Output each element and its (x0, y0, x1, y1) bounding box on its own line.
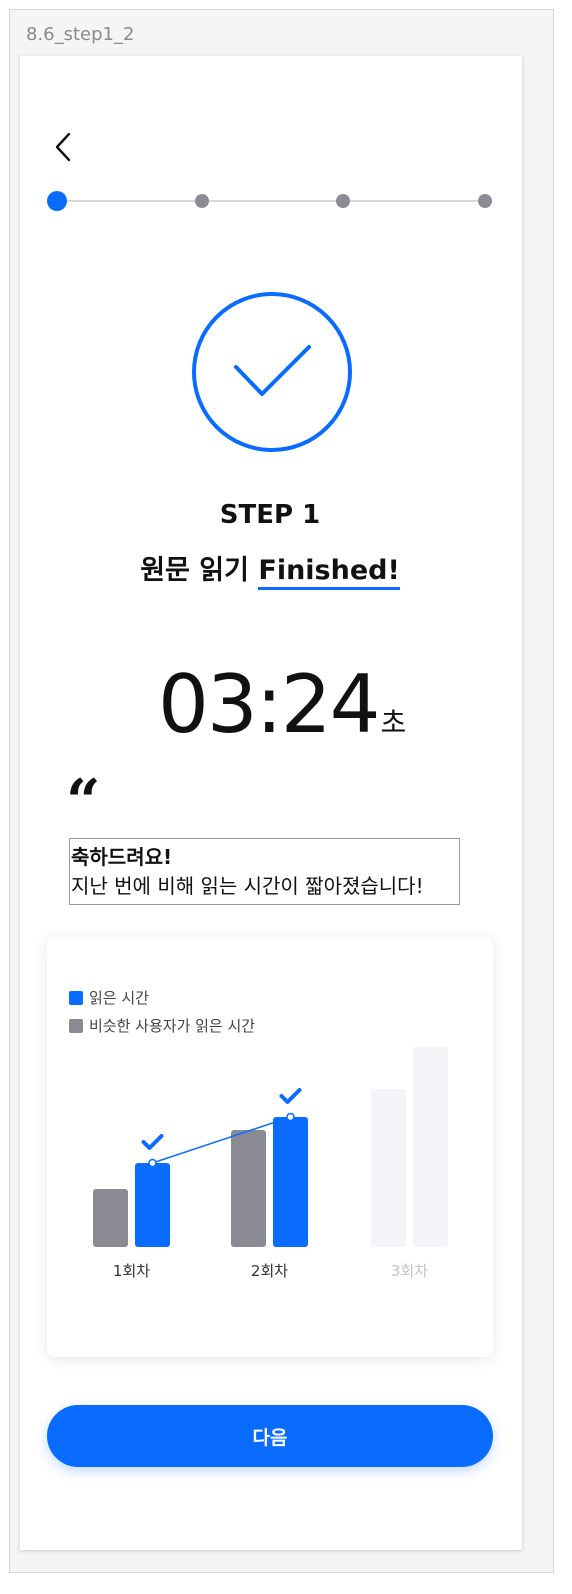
finished-heading: 원문 읽기 Finished! (0, 548, 540, 590)
bar-reading-time (135, 1163, 170, 1247)
check-circle-icon (192, 292, 352, 452)
progress-step-1 (47, 191, 67, 211)
finished-label: Finished! (258, 555, 400, 590)
quote-icon: “ (66, 767, 101, 837)
progress-track (57, 200, 485, 202)
progress-step-2 (195, 194, 209, 208)
bar-similar-users (371, 1089, 406, 1247)
bar-similar-users (93, 1189, 128, 1247)
x-axis-label: 3회차 (391, 1262, 428, 1280)
progress-step-4 (478, 194, 492, 208)
step-title: STEP 1 (219, 500, 321, 530)
message-box: 축하드려요! 지난 번에 비해 읽는 시간이 짧아졌습니다! (69, 838, 460, 905)
check-icon (141, 1134, 164, 1150)
trend-point (148, 1158, 157, 1168)
trend-line (152, 1116, 291, 1164)
bar-chart: 1회차 2회차 3회차 (93, 1047, 448, 1280)
message-title: 축하드려요! (71, 845, 173, 869)
x-axis-label: 2회차 (251, 1262, 288, 1280)
frame-label: 8.6_step1_2 (26, 24, 135, 45)
chevron-left-icon[interactable] (52, 130, 76, 164)
x-axis-label: 1회차 (113, 1262, 150, 1280)
bar-similar-users (231, 1130, 266, 1247)
progress-step-3 (336, 194, 350, 208)
bar-reading-time (413, 1047, 448, 1247)
trend-point (286, 1112, 295, 1122)
next-button[interactable]: 다음 (47, 1405, 493, 1467)
task-name: 원문 읽기 (140, 555, 259, 586)
reading-timer: 03:24초 (158, 658, 406, 751)
reading-time-chart: 읽은 시간 비슷한 사용자가 읽은 시간 1회차 2회차 3회차 (47, 937, 493, 1357)
timer-unit: 초 (380, 706, 407, 739)
check-icon (279, 1088, 302, 1104)
bar-reading-time (273, 1117, 308, 1247)
timer-value: 03:24 (158, 658, 381, 751)
message-body: 지난 번에 비해 읽는 시간이 짧아졌습니다! (71, 874, 424, 898)
